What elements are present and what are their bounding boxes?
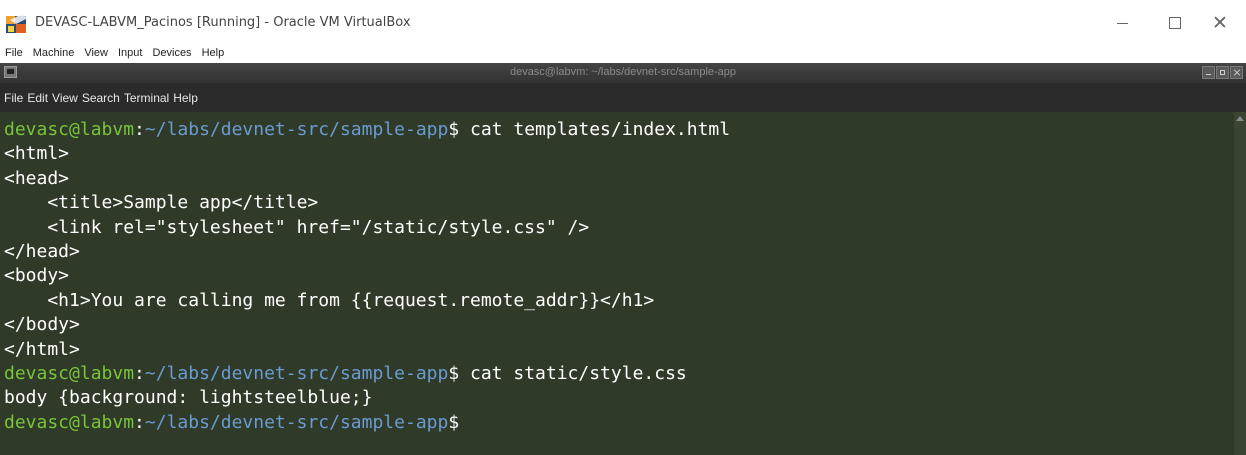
prompt-separator: : — [134, 119, 145, 140]
vbox-menu-help[interactable]: Help — [197, 47, 230, 59]
terminal-menu-help[interactable]: Help — [171, 91, 200, 105]
terminal-output-line: <body> — [4, 265, 70, 287]
prompt-path: ~/labs/devnet-src/sample-app — [144, 119, 449, 140]
terminal-output-line: <head> — [4, 167, 70, 189]
minimize-button[interactable] — [1100, 8, 1144, 38]
terminal-menu-edit[interactable]: Edit — [25, 91, 50, 105]
command-text: cat templates/index.html — [459, 119, 731, 140]
prompt-path: ~/labs/devnet-src/sample-app — [144, 362, 449, 384]
minimize-icon — [1116, 22, 1128, 24]
vbox-menu-devices[interactable]: Devices — [147, 47, 196, 59]
terminal-output-line: body {background: lightsteelblue;} — [4, 387, 373, 409]
prompt-user: devasc@labvm — [4, 411, 135, 433]
terminal-output-line: <html> — [4, 143, 70, 165]
terminal-menubar: File Edit View Search Terminal Help — [0, 83, 1246, 112]
prompt-user: devasc@labvm — [4, 362, 135, 384]
maximize-icon — [1169, 17, 1181, 29]
prompt-user: devasc@labvm — [4, 119, 135, 140]
vbox-menu-view[interactable]: View — [79, 47, 113, 59]
scroll-up-icon[interactable] — [1236, 116, 1244, 121]
terminal-output[interactable]: devasc@labvm:~/labs/devnet-src/sample-ap… — [0, 112, 1234, 455]
terminal-menu-file[interactable]: File — [0, 91, 25, 105]
terminal-prompt-line: devasc@labvm:~/labs/devnet-src/sample-ap… — [4, 118, 730, 142]
terminal-menu-terminal[interactable]: Terminal — [122, 91, 171, 105]
vbox-menu-input[interactable]: Input — [113, 47, 147, 59]
virtualbox-icon — [6, 14, 28, 33]
vbox-menubar: File Machine View Input Devices Help — [0, 42, 1246, 63]
prompt-separator: : — [134, 411, 145, 433]
close-button[interactable]: ✕ — [1198, 8, 1242, 38]
terminal-prompt-line: devasc@labvm:~/labs/devnet-src/sample-ap… — [4, 362, 730, 386]
command-text: cat static/style.css — [459, 362, 687, 384]
terminal-close-icon[interactable] — [1230, 66, 1243, 79]
terminal-menu-view[interactable]: View — [50, 91, 80, 105]
terminal-window-controls — [1202, 66, 1243, 79]
terminal-output-line: <link rel="stylesheet" href="/static/sty… — [4, 216, 590, 238]
prompt-dollar: $ — [448, 119, 460, 140]
vbox-menu-file[interactable]: File — [0, 47, 28, 59]
terminal-prompt-line: devasc@labvm:~/labs/devnet-src/sample-ap… — [4, 411, 730, 435]
terminal-menu-search[interactable]: Search — [80, 91, 122, 105]
terminal-titlebar[interactable]: devasc@labvm: ~/labs/devnet-src/sample-a… — [0, 63, 1246, 83]
vbox-menu-machine[interactable]: Machine — [28, 47, 80, 59]
terminal-maximize-icon[interactable] — [1216, 66, 1229, 79]
prompt-separator: : — [134, 362, 145, 384]
prompt-dollar: $ — [448, 362, 460, 384]
maximize-button[interactable] — [1153, 8, 1197, 38]
terminal-output-line: <h1>You are calling me from {{request.re… — [4, 289, 655, 311]
terminal-output-line: <title>Sample app</title> — [4, 192, 319, 214]
terminal-output-line: </body> — [4, 314, 80, 336]
host-titlebar[interactable]: DEVASC-LABVM_Pacinos [Running] - Oracle … — [0, 0, 1246, 42]
terminal-title: devasc@labvm: ~/labs/devnet-src/sample-a… — [509, 66, 737, 78]
terminal-minimize-icon[interactable] — [1202, 66, 1215, 79]
terminal-output-line: </head> — [4, 240, 80, 262]
window-title: DEVASC-LABVM_Pacinos [Running] - Oracle … — [35, 15, 411, 30]
prompt-dollar: $ — [448, 411, 460, 433]
prompt-path: ~/labs/devnet-src/sample-app — [144, 411, 449, 433]
terminal-output-line: </html> — [4, 338, 80, 360]
close-icon: ✕ — [1212, 12, 1228, 34]
terminal-lines: devasc@labvm:~/labs/devnet-src/sample-ap… — [4, 118, 730, 435]
terminal-scrollbar[interactable] — [1234, 112, 1246, 455]
